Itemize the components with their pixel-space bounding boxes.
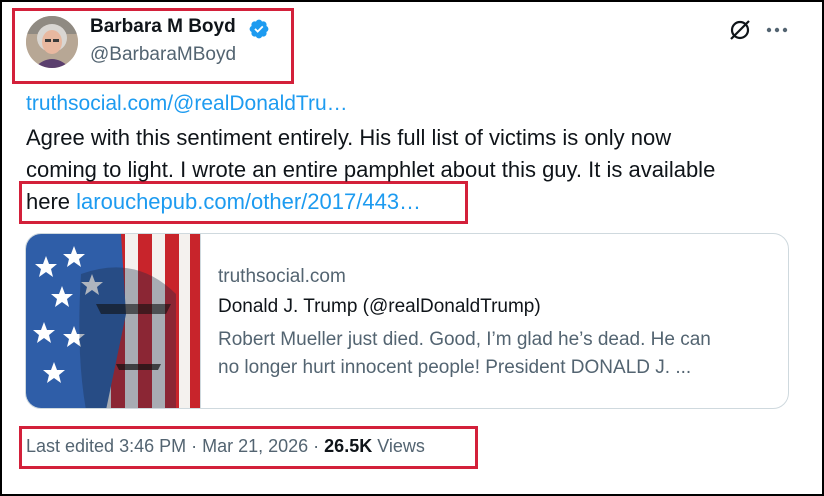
highlight-author bbox=[12, 8, 294, 84]
card-desc-line-1: Robert Mueller just died. Good, I’m glad… bbox=[218, 329, 711, 350]
post-text-line-1: Agree with this sentiment entirely. His … bbox=[26, 125, 672, 150]
post-text-line-3: here larouchepub.com/other/2017/443… bbox=[26, 186, 796, 218]
inline-link[interactable]: larouchepub.com/other/2017/443… bbox=[76, 189, 421, 214]
card-title: Donald J. Trump (@realDonaldTrump) bbox=[218, 296, 541, 317]
link-preview-card[interactable]: truthsocial.com Donald J. Trump (@realDo… bbox=[25, 233, 789, 409]
post-body: Agree with this sentiment entirely. His … bbox=[26, 122, 796, 218]
edited-timestamp[interactable]: Last edited 3:46 PM · Mar 21, 2026 · bbox=[26, 436, 324, 456]
more-options-icon[interactable] bbox=[764, 20, 790, 40]
post-text-prefix: here bbox=[26, 189, 77, 214]
top-link[interactable]: truthsocial.com/@realDonaldTru… bbox=[26, 92, 348, 116]
grok-icon[interactable] bbox=[728, 18, 752, 42]
post-meta: Last edited 3:46 PM · Mar 21, 2026 · 26.… bbox=[26, 436, 425, 457]
card-domain: truthsocial.com bbox=[218, 266, 346, 287]
card-description: Robert Mueller just died. Good, I’m glad… bbox=[218, 326, 778, 382]
views-label: Views bbox=[372, 436, 425, 456]
post-text-line-2: coming to light. I wrote an entire pamph… bbox=[26, 157, 716, 182]
card-desc-line-2: no longer hurt innocent people! Presiden… bbox=[218, 357, 692, 378]
card-thumbnail bbox=[26, 234, 201, 408]
views-count: 26.5K bbox=[324, 436, 373, 456]
